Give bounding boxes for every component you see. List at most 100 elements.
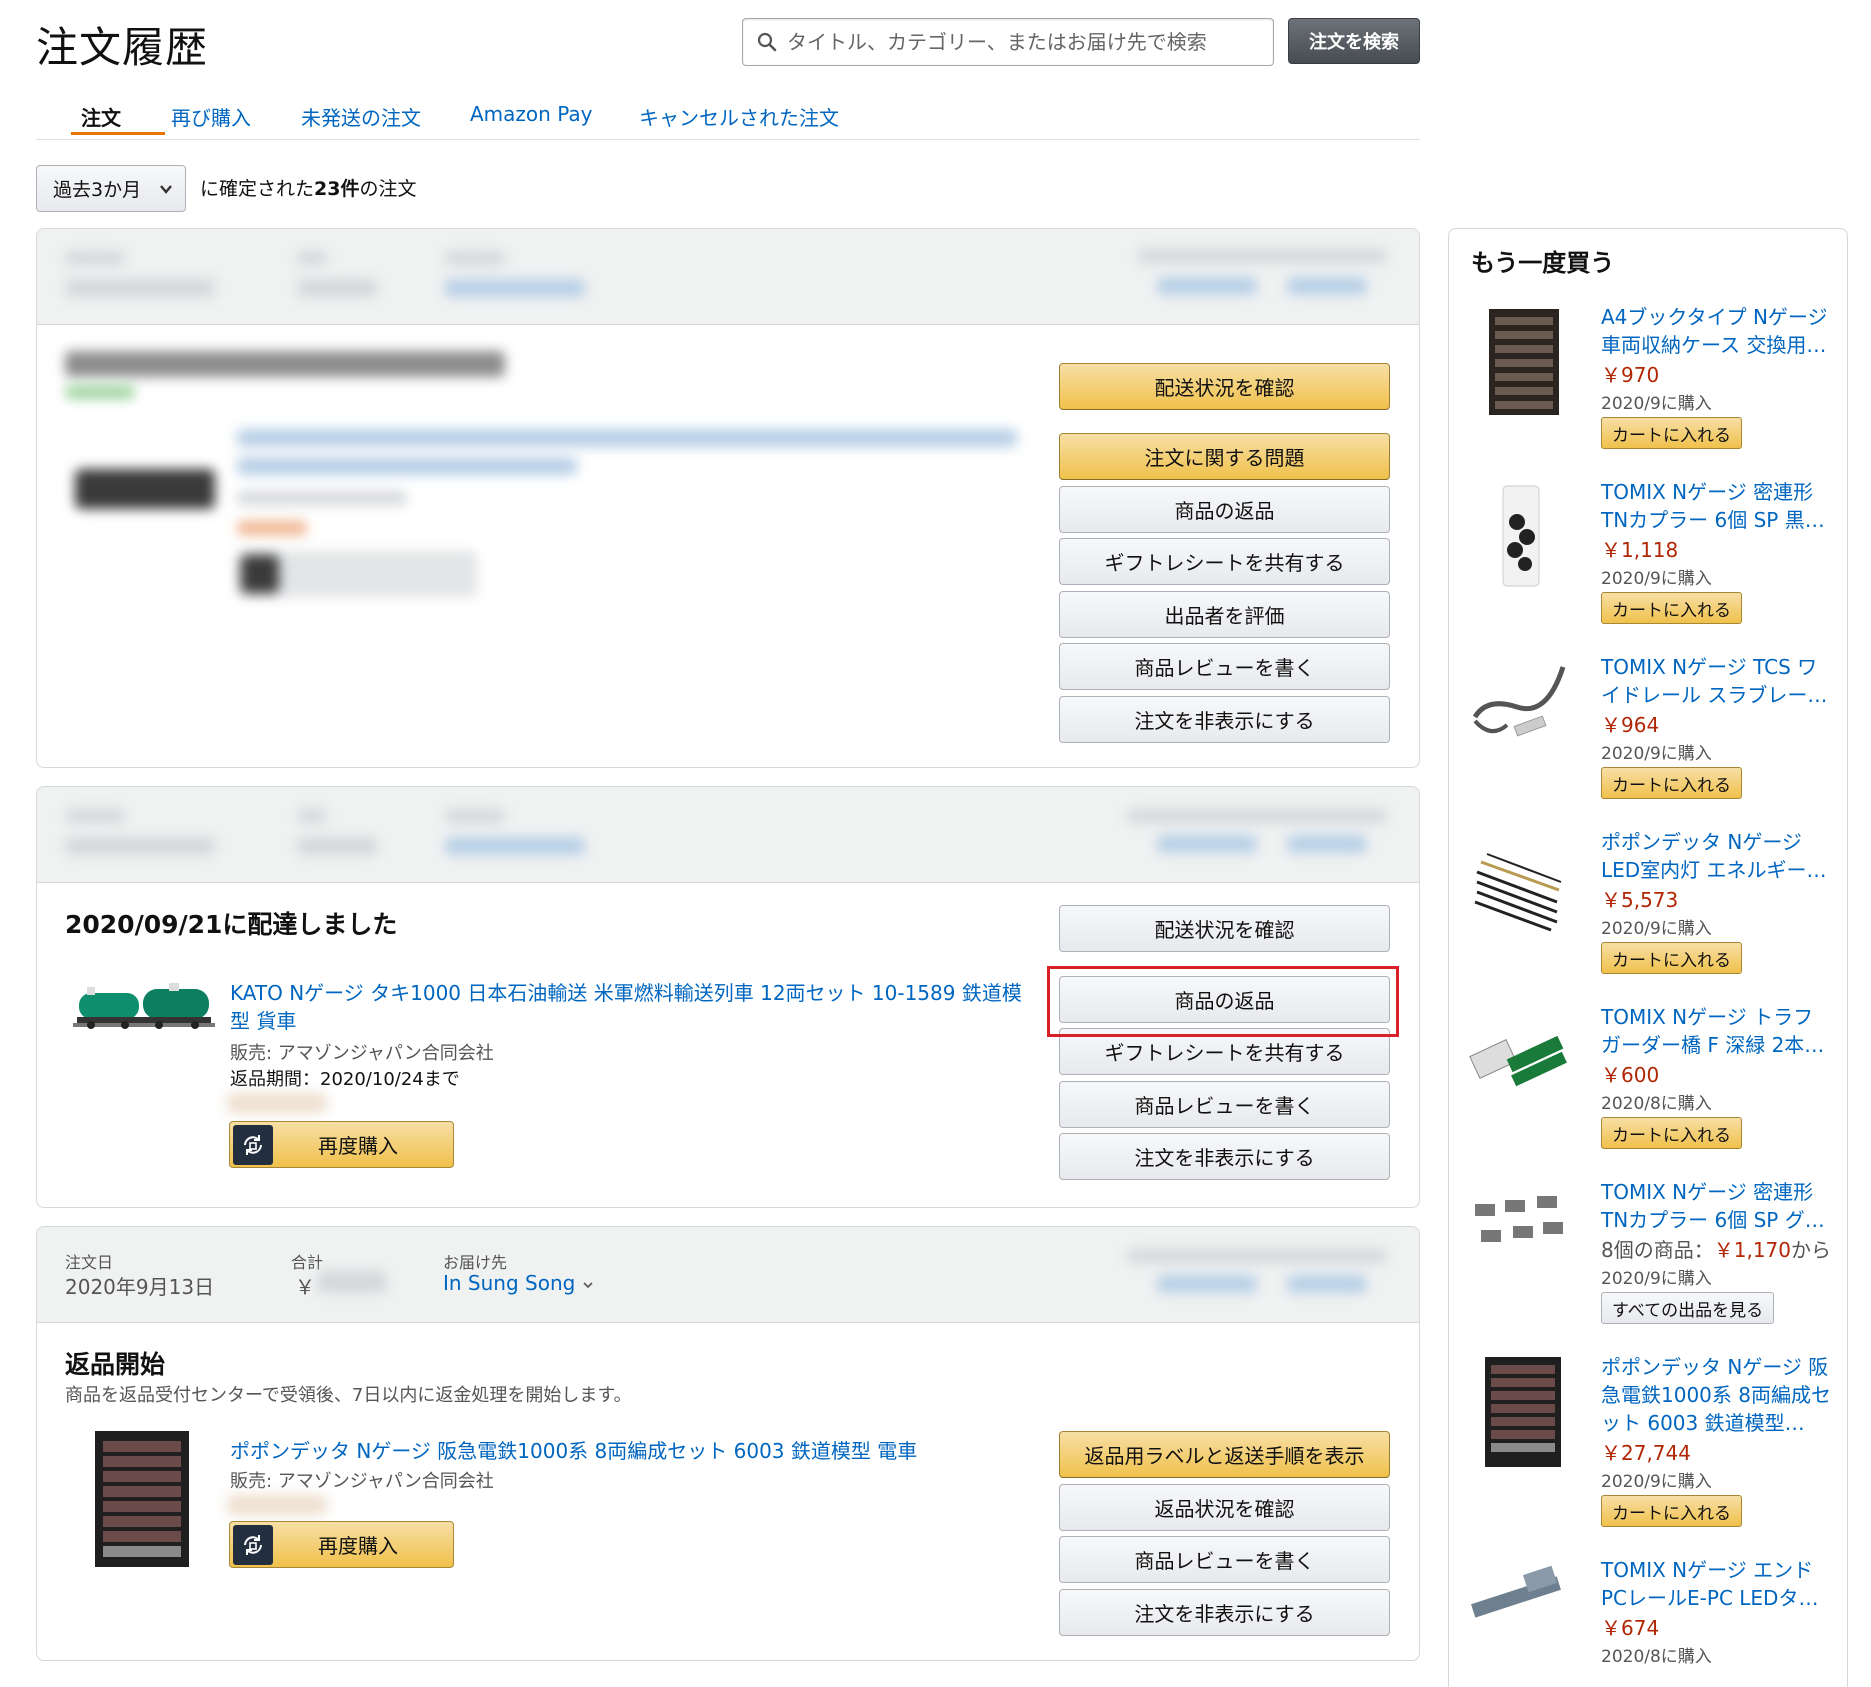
product-thumbnail: [1471, 1565, 1561, 1618]
order-card-1: 配送状況を確認 注文に関する問題 商品の返品 ギフトレシートを共有する 出品者を…: [36, 228, 1420, 768]
order-card-3: 注文日 2020年9月13日 合計 ￥ お届け先 In Sung Song 返品…: [36, 1226, 1420, 1661]
order-total-currency: ￥: [295, 1275, 315, 1299]
sidebar-product-link[interactable]: ポポンデッタ Nゲージ LED室内灯 エネルギー…: [1601, 828, 1833, 884]
chevron-down-icon: [583, 1282, 593, 1289]
view-return-label-button[interactable]: 返品用ラベルと返送手順を表示: [1059, 1431, 1390, 1478]
delivery-status: 2020/09/21に配達しました: [65, 910, 398, 939]
ship-to-label: お届け先: [443, 1253, 508, 1272]
sidebar-purchase-date: 2020/9に購入: [1601, 744, 1712, 764]
sidebar-title: もう一度買う: [1471, 249, 1615, 277]
sidebar-price: ￥1,118: [1601, 538, 1679, 562]
sidebar-purchase-date: 2020/9に購入: [1601, 919, 1712, 939]
order-problem-button[interactable]: 注文に関する問題: [1059, 433, 1390, 480]
product-thumbnail: [1475, 1196, 1563, 1242]
blurred-label: [227, 1093, 327, 1113]
sidebar-item: ポポンデッタ Nゲージ 阪急電鉄1000系 8両編成セ ット 6003 鉄道模型……: [1449, 1353, 1847, 1528]
sidebar-item: TOMIX Nゲージ エンド PCレールE-PC LEDタ… ￥674 2020/…: [1449, 1556, 1847, 1687]
product-image-tank-car: [73, 983, 215, 1029]
return-status-note: 商品を返品受付センターで受領後、7日以内に返金処理を開始します。: [65, 1385, 632, 1406]
product-thumbnail: [1474, 853, 1562, 932]
sidebar-offers-price: 8個の商品：￥1,170から: [1601, 1238, 1831, 1262]
sidebar-item: TOMIX Nゲージ TCS ワイドレール スラブレー… ￥964 2020/9…: [1449, 653, 1847, 828]
seller-text: 販売: アマゾンジャパン合同会社: [230, 1043, 494, 1064]
search-box[interactable]: [742, 18, 1274, 66]
sidebar-price: ￥5,573: [1601, 888, 1679, 912]
tab-not-yet-shipped[interactable]: 未発送の注文: [301, 102, 421, 131]
write-review-button[interactable]: 商品レビューを書く: [1059, 643, 1390, 690]
buy-again-button[interactable]: 再度購入: [229, 1121, 454, 1168]
product-thumbnail: [1472, 666, 1566, 737]
buy-again-button[interactable]: 再度購入: [229, 1521, 454, 1568]
time-range-select[interactable]: 過去3か月: [36, 165, 186, 212]
ship-to-link[interactable]: In Sung Song: [443, 1271, 594, 1295]
page-title: 注文履歴: [36, 23, 209, 72]
return-items-button[interactable]: 商品の返品: [1059, 486, 1390, 533]
product-thumbnail: [1489, 309, 1559, 415]
tab-cancelled-orders[interactable]: キャンセルされた注文: [639, 102, 839, 131]
sidebar-price: ￥964: [1601, 713, 1660, 737]
highlight-box: [1047, 966, 1399, 1037]
sidebar-product-link[interactable]: TOMIX Nゲージ 密連形 TNカプラー 6個 SP グ…: [1601, 1178, 1833, 1234]
sidebar-purchase-date: 2020/8に購入: [1601, 1094, 1712, 1114]
blurred-label: [227, 1495, 327, 1515]
buy-again-icon: [233, 1124, 273, 1165]
view-return-status-button[interactable]: 返品状況を確認: [1059, 1484, 1390, 1531]
tab-orders[interactable]: 注文: [81, 102, 121, 131]
product-title-link[interactable]: KATO Nゲージ タキ1000 日本石油輸送 米軍燃料輸送列車 12両セット …: [230, 979, 1030, 1035]
tab-amazon-pay[interactable]: Amazon Pay: [470, 102, 592, 126]
active-tab-underline: [71, 132, 165, 135]
archive-order-button[interactable]: 注文を非表示にする: [1059, 696, 1390, 743]
sidebar-purchase-date: 2020/9に購入: [1601, 1269, 1712, 1289]
add-to-cart-button[interactable]: カートに入れる: [1601, 942, 1742, 974]
add-to-cart-button[interactable]: カートに入れる: [1601, 767, 1742, 799]
archive-order-button[interactable]: 注文を非表示にする: [1059, 1589, 1390, 1636]
order-count-text: に確定された23件の注文: [200, 178, 417, 200]
sidebar-item: A4ブックタイプ Nゲージ 車両収納ケース 交換用… ￥970 2020/9に購入…: [1449, 303, 1847, 478]
order-header: 注文日 2020年9月13日 合計 ￥ お届け先 In Sung Song: [37, 1227, 1419, 1323]
add-to-cart-button[interactable]: カートに入れる: [1601, 592, 1742, 624]
order-count: 23件: [314, 178, 360, 200]
product-image-train-set: [95, 1431, 189, 1567]
sidebar-price: ￥674: [1601, 1616, 1660, 1640]
product-title-link[interactable]: ポポンデッタ Nゲージ 阪急電鉄1000系 8両編成セット 6003 鉄道模型 …: [230, 1437, 1030, 1465]
blurred-product-image: [75, 469, 215, 509]
add-to-cart-button[interactable]: カートに入れる: [1601, 1117, 1742, 1149]
share-gift-receipt-button[interactable]: ギフトレシートを共有する: [1059, 538, 1390, 585]
return-period-text: 返品期間：2020/10/24まで: [230, 1069, 460, 1090]
seller-text: 販売: アマゾンジャパン合同会社: [230, 1471, 494, 1492]
sidebar-product-link[interactable]: TOMIX Nゲージ トラフ ガーダー橋 F 深緑 2本…: [1601, 1003, 1833, 1059]
sidebar-product-link[interactable]: A4ブックタイプ Nゲージ 車両収納ケース 交換用…: [1601, 303, 1833, 359]
sidebar-item: ポポンデッタ Nゲージ LED室内灯 エネルギー… ￥5,573 2020/9に購…: [1449, 828, 1847, 1003]
search-orders-button[interactable]: 注文を検索: [1288, 18, 1420, 64]
sidebar-product-link[interactable]: TOMIX Nゲージ TCS ワイドレール スラブレー…: [1601, 653, 1833, 709]
order-header-blurred: [37, 229, 1419, 325]
sidebar-product-link[interactable]: TOMIX Nゲージ 密連形 TNカプラー 6個 SP 黒…: [1601, 478, 1833, 534]
tab-buy-again[interactable]: 再び購入: [171, 102, 251, 131]
product-thumbnail: [1502, 485, 1540, 587]
archive-order-button[interactable]: 注文を非表示にする: [1059, 1133, 1390, 1180]
track-package-button[interactable]: 配送状況を確認: [1059, 363, 1390, 410]
rate-seller-button[interactable]: 出品者を評価: [1059, 591, 1390, 638]
search-icon: [757, 32, 777, 52]
sidebar-product-link[interactable]: ポポンデッタ Nゲージ 阪急電鉄1000系 8両編成セ ット 6003 鉄道模型…: [1601, 1353, 1833, 1437]
write-review-button[interactable]: 商品レビューを書く: [1059, 1536, 1390, 1583]
add-to-cart-button[interactable]: カートに入れる: [1601, 417, 1742, 449]
sidebar-price: ￥600: [1601, 1063, 1660, 1087]
product-thumbnail: [1485, 1357, 1561, 1467]
search-input[interactable]: [787, 30, 1227, 54]
product-thumbnail: [1469, 1035, 1567, 1087]
chevron-down-icon: [160, 185, 172, 194]
blurred-product-title: [237, 429, 1017, 447]
blurred-total: [317, 1271, 387, 1293]
write-review-button[interactable]: 商品レビューを書く: [1059, 1081, 1390, 1128]
order-date-label: 注文日: [65, 1253, 114, 1272]
return-status: 返品開始: [65, 1350, 166, 1379]
order-header-blurred: [37, 787, 1419, 883]
time-range-value: 過去3か月: [53, 179, 142, 201]
add-to-cart-button[interactable]: カートに入れる: [1601, 1495, 1742, 1527]
sidebar-product-link[interactable]: TOMIX Nゲージ エンド PCレールE-PC LEDタ…: [1601, 1556, 1833, 1612]
track-package-button[interactable]: 配送状況を確認: [1059, 905, 1390, 952]
sidebar-price: ￥27,744: [1601, 1441, 1691, 1465]
see-all-offers-button[interactable]: すべての出品を見る: [1601, 1292, 1775, 1324]
sidebar-purchase-date: 2020/9に購入: [1601, 569, 1712, 589]
